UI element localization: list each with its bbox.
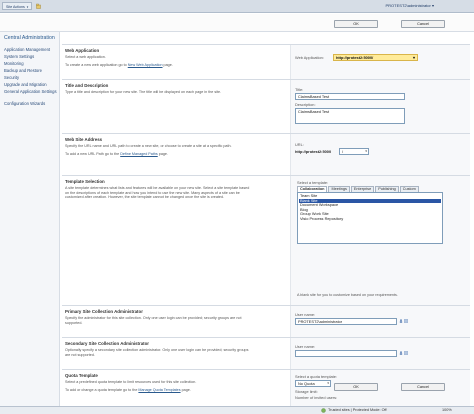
site-actions-menu[interactable]: Site Actions ▾ — [2, 2, 33, 10]
section-web-site-address: Web Site Address Specify the URL name an… — [62, 133, 470, 175]
user-name: PROTEST2\administrator — [385, 3, 431, 8]
web-application-selector[interactable]: http://protest2:5000/ ▾ — [333, 54, 418, 61]
section-heading: Title and Description — [65, 83, 109, 88]
nav-monitoring[interactable]: Monitoring — [4, 61, 60, 66]
address-book-icon[interactable] — [404, 319, 408, 323]
section-description: Specify the URL name and URL path to cre… — [65, 144, 251, 156]
quota-template-select[interactable]: No Quota ▾ — [295, 380, 331, 387]
section-controls: Select a template: Collaboration Meeting… — [290, 176, 470, 305]
select-template-label: Select a template: — [297, 180, 329, 185]
primary-admin-input[interactable]: PROTEST2\administrator — [295, 318, 397, 325]
url-path-select[interactable]: / ▾ — [339, 148, 369, 155]
section-primary-administrator: Primary Site Collection Administrator Sp… — [62, 305, 470, 337]
section-controls: User name: PROTEST2\administrator — [290, 306, 470, 337]
user-name-label: User name: — [295, 312, 316, 317]
section-heading: Secondary Site Collection Administrator — [65, 341, 150, 346]
section-secondary-administrator: Secondary Site Collection Administrator … — [62, 337, 470, 369]
check-names-icon[interactable] — [399, 351, 403, 355]
nav-upgrade-migration[interactable]: Upgrade and Migration — [4, 82, 60, 87]
description-text: To add a new URL Path go to the Define M… — [65, 152, 251, 157]
description-text: To add or change a quota template go to … — [65, 388, 251, 393]
section-description: Type a title and description for your ne… — [65, 90, 222, 94]
quota-template-label: Select a quota template: — [295, 374, 337, 379]
template-description: A blank site for you to customize based … — [297, 293, 398, 297]
ok-button-bottom[interactable]: OK — [334, 383, 378, 391]
web-application-value: http://protest2:5000/ — [336, 55, 374, 60]
section-template-selection: Template Selection A site template deter… — [62, 175, 470, 305]
title-input[interactable]: ClaimsBased Test — [295, 93, 405, 100]
user-name-label: User name: — [295, 344, 316, 349]
section-description: Select a web application. To create a ne… — [65, 55, 251, 67]
define-managed-paths-link[interactable]: Define Managed Paths — [120, 152, 158, 156]
central-administration-link[interactable]: Central Administration — [4, 35, 58, 41]
description-text: Select a predefined quota template to li… — [65, 380, 197, 384]
section-heading: Quota Template — [65, 373, 98, 378]
section-web-application: Web Application Select a web application… — [62, 44, 470, 79]
template-item-visio-process-repository[interactable]: Visio Process Repository — [299, 216, 441, 222]
description-text: page. — [163, 62, 173, 67]
chevron-down-icon: ▾ — [413, 55, 415, 60]
url-prefix: http://protest2:5000 — [295, 149, 332, 154]
nav-configuration-wizards[interactable]: Configuration Wizards — [4, 101, 60, 106]
zoom-level[interactable]: 100% — [442, 408, 452, 413]
chevron-down-icon: ▾ — [26, 5, 29, 9]
section-heading: Primary Site Collection Administrator — [65, 309, 143, 314]
section-description: Optionally specify a secondary site coll… — [65, 348, 249, 357]
description-text: page. — [158, 151, 168, 156]
manage-quota-templates-link[interactable]: Manage Quota Templates — [138, 388, 180, 392]
invited-users-label: Number of invited users: — [295, 395, 338, 400]
description-label: Description: — [295, 102, 316, 107]
section-title-description: Title and Description Type a title and d… — [62, 79, 470, 133]
chevron-down-icon: ▾ — [327, 381, 329, 385]
ribbon-bar: Site Actions ▾ PROTEST2\administrator ▾ — [0, 0, 474, 13]
description-text: To add a new URL Path go to the — [65, 151, 120, 156]
section-controls: User name: — [290, 338, 470, 369]
section-description: A site template determines what lists an… — [65, 186, 250, 200]
quota-template-value: No Quota — [298, 381, 315, 386]
web-application-label: Web Application: — [295, 55, 324, 60]
title-label: Title: — [295, 87, 304, 92]
security-zone-status: Trusted sites | Protected Mode: Off — [328, 408, 387, 412]
description-text: Select a web application. — [65, 55, 106, 59]
section-controls: URL: http://protest2:5000 / ▾ — [290, 134, 470, 175]
description-text: To create a new web application go to Ne… — [65, 63, 251, 68]
address-book-icon[interactable] — [404, 351, 408, 355]
check-names-icon[interactable] — [399, 319, 403, 323]
section-description: Select a predefined quota template to li… — [65, 380, 251, 392]
section-heading: Template Selection — [65, 179, 105, 184]
description-text: To create a new web application go to — [65, 62, 127, 67]
description-text: Specify the URL name and URL path to cre… — [65, 144, 232, 148]
nav-application-management[interactable]: Application Management — [4, 47, 60, 52]
section-controls: Web Application: http://protest2:5000/ ▾ — [290, 45, 470, 79]
description-text: page. — [181, 387, 191, 392]
template-list: Team Site Blank Site Document Workspace … — [297, 192, 443, 244]
chevron-down-icon: ▾ — [365, 149, 367, 153]
chevron-down-icon: ▾ — [431, 3, 434, 8]
site-actions-label: Site Actions — [6, 5, 25, 9]
section-controls: Title: ClaimsBased Test Description: Cla… — [290, 80, 470, 133]
storage-limit-label: Storage limit: — [295, 389, 318, 394]
left-navigation: Central Administration Application Manag… — [0, 32, 60, 407]
browser-status-bar: Trusted sites | Protected Mode: Off 100% — [0, 406, 474, 414]
nav-security[interactable]: Security — [4, 75, 60, 80]
user-menu[interactable]: PROTEST2\administrator ▾ — [386, 3, 435, 9]
url-label: URL: — [295, 142, 304, 147]
url-path-value: / — [342, 149, 344, 154]
cancel-button-bottom[interactable]: Cancel — [401, 383, 445, 391]
ok-button-top[interactable]: OK — [334, 20, 378, 28]
globe-icon — [321, 408, 326, 413]
secondary-admin-input[interactable] — [295, 350, 397, 357]
new-web-application-link[interactable]: New Web Application — [128, 63, 163, 67]
nav-backup-restore[interactable]: Backup and Restore — [4, 68, 60, 73]
main-content: Web Application Select a web application… — [62, 32, 470, 409]
section-heading: Web Application — [65, 48, 100, 53]
section-description: Specify the administrator for this site … — [65, 316, 242, 325]
nav-general-application-settings[interactable]: General Application Settings — [4, 89, 60, 94]
nav-system-settings[interactable]: System Settings — [4, 54, 60, 59]
section-heading: Web Site Address — [65, 137, 103, 142]
cancel-button-top[interactable]: Cancel — [401, 20, 445, 28]
description-text: To add or change a quota template go to … — [65, 387, 138, 392]
navigate-up-icon[interactable] — [36, 3, 41, 9]
description-textarea[interactable]: ClaimsBased Test — [295, 108, 405, 124]
